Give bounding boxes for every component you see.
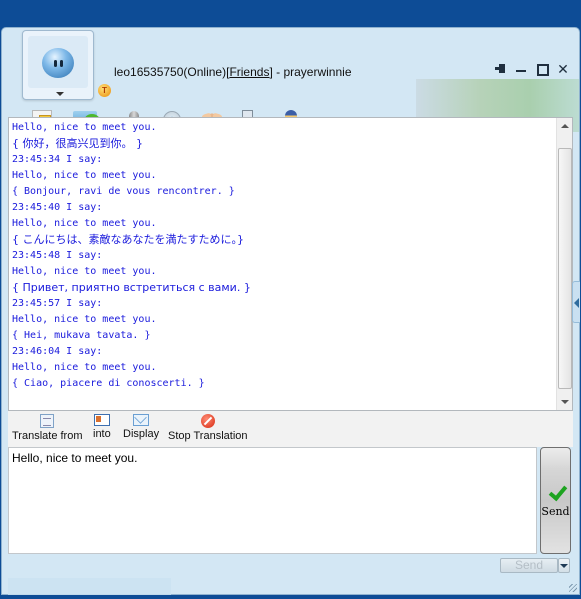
envelope-icon xyxy=(133,414,150,426)
message-input-text[interactable]: Hello, nice to meet you. xyxy=(12,451,137,465)
resize-grip-icon[interactable] xyxy=(569,584,577,592)
maximize-icon[interactable] xyxy=(536,63,549,76)
send-small-button[interactable]: Send xyxy=(500,558,558,573)
language-card-icon xyxy=(93,414,110,426)
chat-scrollbar[interactable] xyxy=(556,118,572,410)
contact-avatar[interactable] xyxy=(22,30,94,100)
stop-translation-button[interactable]: Stop Translation xyxy=(168,414,248,442)
chat-line: { Привет, приятно встретиться с вами. } xyxy=(12,281,251,294)
into-label: into xyxy=(93,428,111,440)
checkmark-icon xyxy=(549,485,564,499)
scrollbar-thumb[interactable] xyxy=(558,148,572,389)
chat-line: 23:46:04 I say: xyxy=(12,346,103,357)
window-controls: ✕ xyxy=(494,62,569,76)
minimize-icon[interactable] xyxy=(515,63,527,75)
scroll-up-arrow-icon[interactable] xyxy=(557,118,573,134)
document-icon xyxy=(40,414,55,428)
stop-icon xyxy=(200,414,215,428)
chat-line: { こんにちは、素敵なあなたを満たすために。} xyxy=(12,233,244,246)
chat-line: 23:45:40 I say: xyxy=(12,202,103,213)
chat-line: Hello, nice to meet you. xyxy=(12,170,157,181)
scroll-down-arrow-icon[interactable] xyxy=(557,394,573,410)
display-button[interactable]: Display xyxy=(123,414,159,440)
status-badge[interactable]: T xyxy=(98,84,111,97)
status-strip xyxy=(8,578,171,595)
chat-line: Hello, nice to meet you. xyxy=(12,314,157,325)
avatar-image xyxy=(42,48,74,78)
stop-translation-label: Stop Translation xyxy=(168,430,248,442)
chat-line: Hello, nice to meet you. xyxy=(12,122,157,133)
title-contact: - prayerwinnie xyxy=(272,65,352,79)
chat-line: { Ciao, piacere di conoscerti. } xyxy=(12,378,205,389)
window-title: leo16535750(Online)[Friends] - prayerwin… xyxy=(114,65,352,79)
chat-line: Hello, nice to meet you. xyxy=(12,218,157,229)
close-icon[interactable]: ✕ xyxy=(557,62,569,76)
send-options-dropdown[interactable] xyxy=(558,558,570,573)
translate-from-label: Translate from xyxy=(12,430,83,442)
friends-group-link[interactable]: Friends xyxy=(229,65,269,79)
chat-line: { Hei, mukava tavata. } xyxy=(12,330,151,341)
chat-log: Hello, nice to meet you. { 你好，很高兴见到你。 } … xyxy=(12,120,554,408)
message-input[interactable]: Hello, nice to meet you. xyxy=(8,447,537,554)
send-button[interactable]: Send xyxy=(540,447,571,554)
chat-line: { 你好，很高兴见到你。 } xyxy=(12,137,143,150)
avatar-frame xyxy=(28,36,88,88)
chat-line: { Bonjour, ravi de vous rencontrer. } xyxy=(12,186,235,197)
pin-icon[interactable] xyxy=(494,63,506,75)
translation-bar: Translate from into Display Stop Transla… xyxy=(8,411,573,447)
side-panel-toggle[interactable] xyxy=(572,281,580,323)
display-label: Display xyxy=(123,428,160,440)
chat-line: 23:45:57 I say: xyxy=(12,298,103,309)
chat-line: 23:45:48 I say: xyxy=(12,250,103,261)
chevron-down-icon[interactable] xyxy=(56,92,64,96)
title-user: leo16535750(Online) xyxy=(114,65,227,79)
send-button-label: Send xyxy=(541,505,570,518)
into-button[interactable]: into xyxy=(93,414,111,440)
chat-line: 23:45:34 I say: xyxy=(12,154,103,165)
chat-line: Hello, nice to meet you. xyxy=(12,362,157,373)
chat-history: Hello, nice to meet you. { 你好，很高兴见到你。 } … xyxy=(8,117,573,411)
translate-from-button[interactable]: Translate from xyxy=(12,414,83,442)
chat-window: T leo16535750(Online)[Friends] - prayerw… xyxy=(1,27,580,595)
chat-line: Hello, nice to meet you. xyxy=(12,266,157,277)
